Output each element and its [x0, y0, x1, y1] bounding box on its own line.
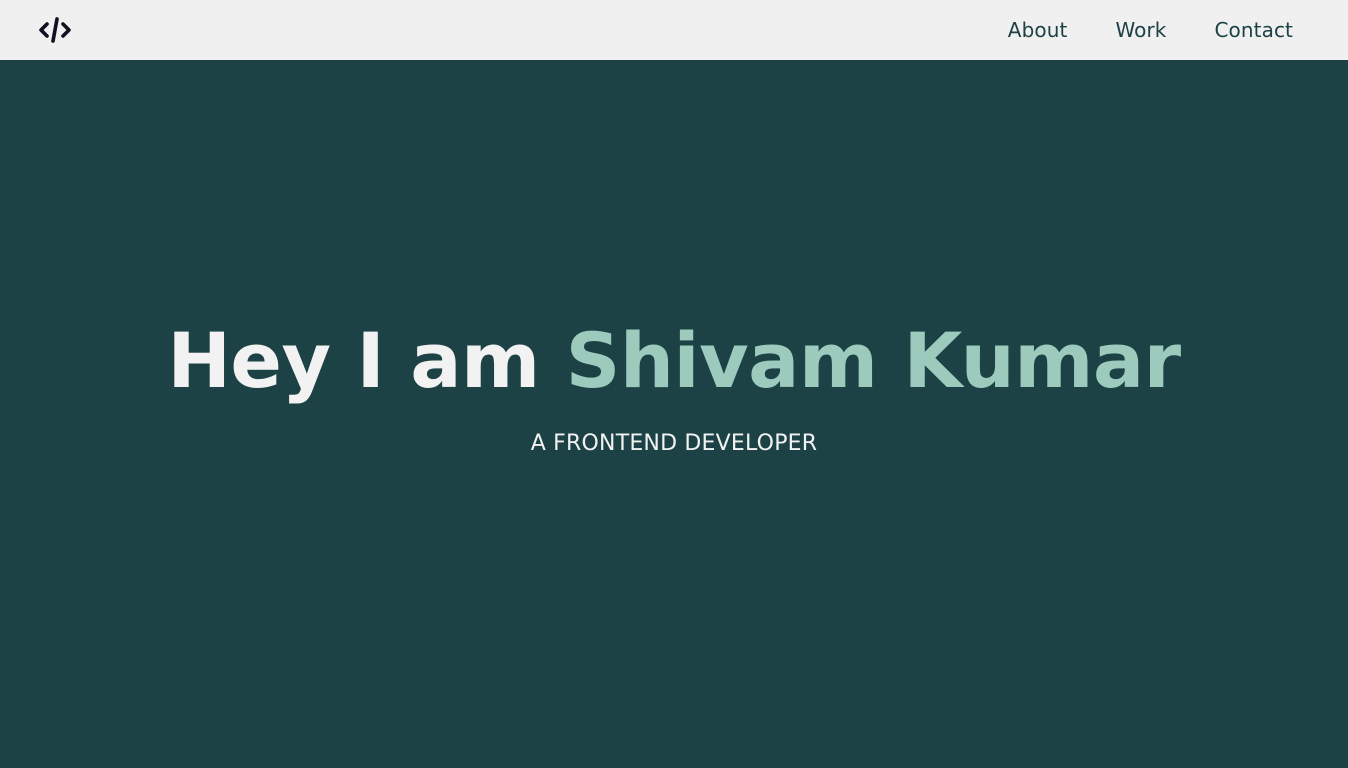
hero-title: Hey I am Shivam Kumar [0, 316, 1348, 406]
nav-link-work[interactable]: Work [1115, 18, 1166, 42]
hero-greeting: Hey I am [167, 316, 540, 405]
navbar: About Work Contact [0, 0, 1348, 60]
hero-subtitle: A FRONTEND DEVELOPER [530, 431, 818, 456]
hero-name: Shivam Kumar [565, 316, 1182, 405]
code-brackets-icon [39, 17, 71, 43]
hero-section: Hey I am Shivam Kumar A FRONTEND DEVELOP… [0, 60, 1348, 768]
nav-link-contact[interactable]: Contact [1214, 18, 1293, 42]
nav-link-about[interactable]: About [1008, 18, 1068, 42]
logo-link[interactable] [39, 17, 71, 43]
nav-links: About Work Contact [1008, 0, 1293, 60]
